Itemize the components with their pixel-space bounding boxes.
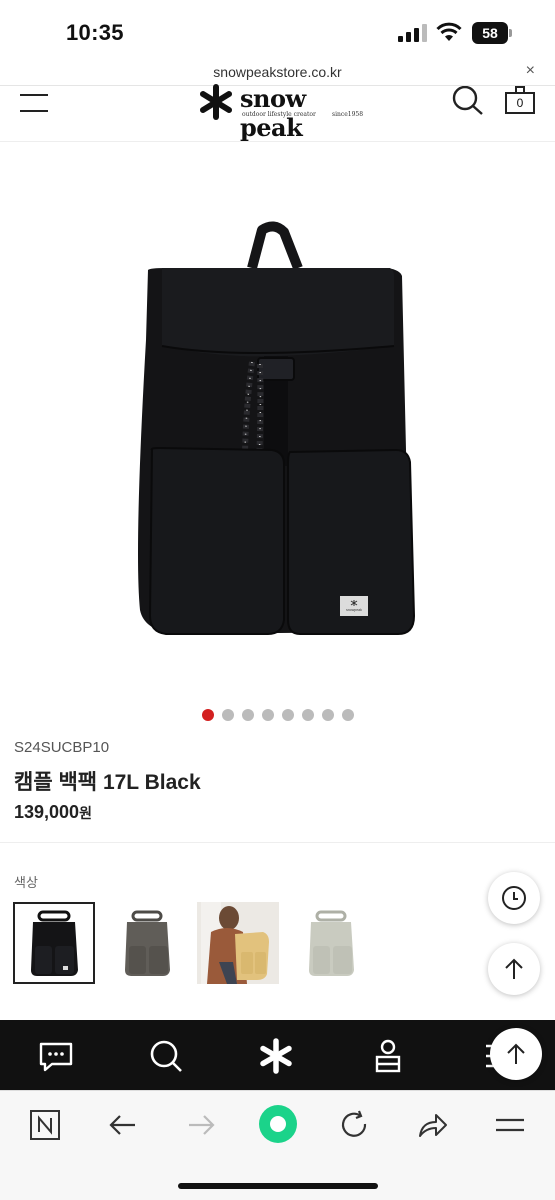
- bag-left-pocket: [148, 446, 285, 635]
- bag-flap: [162, 268, 394, 357]
- bag-buckle: [257, 357, 295, 381]
- site-bottom-nav: [0, 1020, 555, 1090]
- swatch-beige-model[interactable]: [197, 902, 279, 984]
- product-name: 캠플 백팩 17L Black: [14, 771, 201, 794]
- bag-label-text: snowpeak: [346, 608, 362, 612]
- cart-button[interactable]: 0: [505, 86, 535, 116]
- reload-icon[interactable]: [338, 1109, 370, 1141]
- recent-history-button[interactable]: [488, 872, 540, 924]
- cellular-signal-icon: [398, 24, 427, 42]
- browser-url-bar[interactable]: snowpeakstore.co.kr ×: [0, 58, 555, 86]
- search-icon[interactable]: [148, 1038, 184, 1074]
- carousel-dot[interactable]: [301, 709, 314, 721]
- snowpeak-logo[interactable]: snow peak outdoor lifestyle creator sinc…: [196, 84, 366, 142]
- arrow-up-icon: [507, 1043, 525, 1064]
- forward-icon[interactable]: [185, 1109, 217, 1141]
- status-time: 10:35: [66, 20, 124, 45]
- back-icon[interactable]: [107, 1109, 139, 1141]
- product-price: 139,000원: [14, 802, 92, 823]
- chat-icon[interactable]: [38, 1038, 74, 1074]
- carousel-dot[interactable]: [221, 709, 234, 721]
- swatch-gray[interactable]: [105, 902, 187, 984]
- logo-since: since1958: [332, 111, 364, 118]
- arrow-up-icon: [505, 958, 523, 979]
- cart-count: 0: [505, 92, 535, 114]
- battery-level: 58: [472, 22, 508, 44]
- swatch-light-gray[interactable]: [289, 902, 371, 984]
- wifi-icon: [436, 22, 462, 41]
- snowflake-icon: [200, 84, 232, 120]
- status-bar: 10:35 58: [0, 0, 555, 58]
- color-swatches: [13, 902, 373, 984]
- menu-icon[interactable]: [494, 1109, 526, 1141]
- bag-handle: [247, 221, 303, 270]
- carousel-dot[interactable]: [201, 709, 214, 721]
- menu-icon[interactable]: [20, 94, 48, 112]
- carousel-dot[interactable]: [341, 709, 354, 721]
- carousel-dot[interactable]: [281, 709, 294, 721]
- url-text[interactable]: snowpeakstore.co.kr: [0, 64, 555, 80]
- site-header: snow peak outdoor lifestyle creator sinc…: [0, 84, 555, 142]
- price-currency: 원: [79, 805, 92, 821]
- search-icon[interactable]: [450, 86, 484, 116]
- clock-icon: [502, 886, 526, 910]
- divider: [0, 842, 555, 843]
- carousel-dot[interactable]: [261, 709, 274, 721]
- snowpeak-logo-icon[interactable]: [258, 1038, 294, 1074]
- swatch-black[interactable]: [13, 902, 95, 984]
- logo-tagline: outdoor lifestyle creator: [242, 111, 316, 118]
- scroll-top-button[interactable]: [488, 943, 540, 995]
- product-image[interactable]: snowpeak: [0, 150, 555, 710]
- battery-icon: 58: [472, 22, 512, 44]
- image-carousel-indicator[interactable]: [0, 709, 555, 723]
- color-option-label: 색상: [14, 875, 38, 890]
- home-icon[interactable]: [257, 1103, 299, 1145]
- scroll-top-button-overlay[interactable]: [490, 1028, 542, 1080]
- naver-n-icon[interactable]: [29, 1109, 61, 1141]
- product-sku: S24SUCBP10: [14, 739, 110, 756]
- carousel-dot[interactable]: [321, 709, 334, 721]
- carousel-dot[interactable]: [241, 709, 254, 721]
- price-value: 139,000: [14, 802, 80, 822]
- share-icon[interactable]: [416, 1109, 448, 1141]
- person-icon[interactable]: [370, 1038, 406, 1074]
- close-icon[interactable]: ×: [526, 62, 535, 80]
- home-indicator: [178, 1183, 378, 1189]
